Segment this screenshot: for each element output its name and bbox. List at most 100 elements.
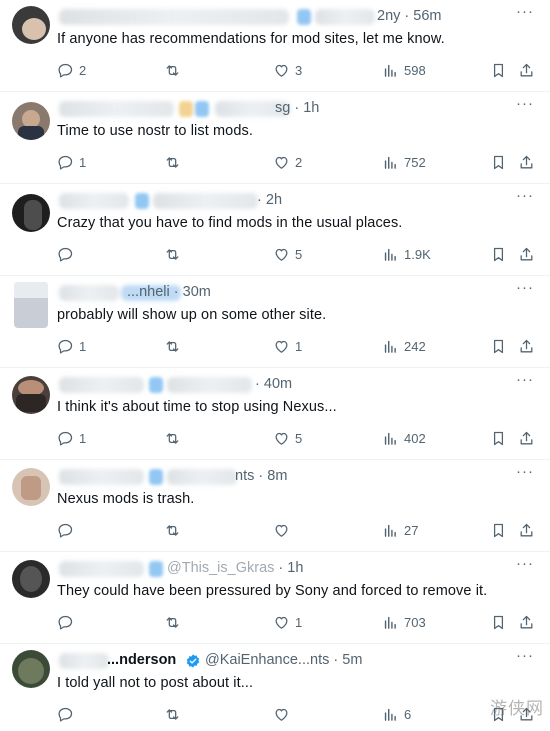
reply-icon <box>58 247 73 262</box>
share-button[interactable] <box>518 336 535 356</box>
avatar[interactable] <box>12 468 50 506</box>
like-button[interactable] <box>273 704 295 724</box>
tweet-time[interactable]: 1h <box>303 100 319 116</box>
retweet-button[interactable] <box>164 428 186 448</box>
share-icon <box>520 339 533 352</box>
views-count: 752 <box>404 154 426 170</box>
reply-icon <box>58 431 73 446</box>
bookmark-button[interactable] <box>490 244 507 264</box>
tweet-time[interactable]: 30m <box>183 284 211 300</box>
share-button[interactable] <box>518 152 535 172</box>
more-icon[interactable]: ··· <box>516 648 534 664</box>
retweet-button[interactable] <box>164 336 186 356</box>
avatar[interactable] <box>12 376 50 414</box>
separator: · <box>255 376 260 392</box>
like-button[interactable]: 1 <box>273 336 302 356</box>
more-icon[interactable]: ··· <box>516 280 534 296</box>
views-button[interactable]: 752 <box>382 152 426 172</box>
avatar[interactable] <box>14 282 48 328</box>
more-icon[interactable]: ··· <box>516 464 534 480</box>
retweet-icon <box>166 156 179 168</box>
like-button[interactable]: 5 <box>273 428 302 448</box>
bookmark-button[interactable] <box>490 336 507 356</box>
share-icon <box>520 615 533 628</box>
bookmark-button[interactable] <box>490 60 507 80</box>
like-button[interactable]: 2 <box>273 152 302 172</box>
tweet[interactable]: nts · 8m ··· Nexus mods is trash. 27 <box>0 460 550 552</box>
tweet-time[interactable]: 2h <box>266 192 282 208</box>
tweet-time[interactable]: 1h <box>287 560 303 576</box>
like-button[interactable]: 3 <box>273 60 302 80</box>
more-icon[interactable]: ··· <box>516 188 534 204</box>
heart-icon <box>275 708 288 721</box>
tweet-time[interactable]: 40m <box>264 376 292 392</box>
like-button[interactable]: 5 <box>273 244 302 264</box>
views-button[interactable]: 598 <box>382 60 426 80</box>
avatar[interactable] <box>12 560 50 598</box>
bookmark-button[interactable] <box>490 520 507 540</box>
share-button[interactable] <box>518 612 535 632</box>
avatar[interactable] <box>12 102 50 140</box>
tweet[interactable]: sg · 1h ··· Time to use nostr to list mo… <box>0 92 550 184</box>
views-icon <box>384 248 396 261</box>
bookmark-icon <box>493 523 504 537</box>
retweet-button[interactable] <box>164 152 186 172</box>
like-button[interactable]: 1 <box>273 612 302 632</box>
tweet[interactable]: · 40m ··· I think it's about time to sto… <box>0 368 550 460</box>
retweet-button[interactable] <box>164 520 186 540</box>
separator: · <box>294 100 300 116</box>
bookmark-button[interactable] <box>490 612 507 632</box>
retweet-button[interactable] <box>164 704 186 724</box>
share-button[interactable] <box>518 60 535 80</box>
more-icon[interactable]: ··· <box>516 372 534 388</box>
share-icon <box>520 63 533 76</box>
redacted-name <box>59 9 289 25</box>
reply-button[interactable] <box>57 244 79 264</box>
reply-button[interactable]: 1 <box>57 428 86 448</box>
author-handle: nts <box>235 468 255 484</box>
views-button[interactable]: 242 <box>382 336 426 356</box>
views-button[interactable]: 1.9K <box>382 244 431 264</box>
reply-button[interactable] <box>57 704 79 724</box>
avatar[interactable] <box>12 6 50 44</box>
avatar[interactable] <box>12 194 50 232</box>
tweet-actions: 5 1.9K <box>0 244 550 264</box>
separator: · <box>333 652 339 668</box>
tweet-time[interactable]: 56m <box>413 8 441 24</box>
retweet-button[interactable] <box>164 612 186 632</box>
bookmark-button[interactable] <box>490 428 507 448</box>
reply-button[interactable] <box>57 612 79 632</box>
avatar[interactable] <box>12 650 50 688</box>
retweet-button[interactable] <box>164 244 186 264</box>
like-count: 3 <box>295 62 303 78</box>
reply-button[interactable]: 1 <box>57 336 86 356</box>
views-icon <box>384 340 396 353</box>
share-button[interactable] <box>518 428 535 448</box>
tweet[interactable]: 2ny · 56m ··· If anyone has recommendati… <box>0 0 550 92</box>
share-button[interactable] <box>518 520 535 540</box>
more-icon[interactable]: ··· <box>516 556 534 572</box>
more-icon[interactable]: ··· <box>516 96 534 112</box>
like-button[interactable] <box>273 520 295 540</box>
tweet[interactable]: ...nderson @KaiEnhance...nts · 5m ··· I … <box>0 644 550 731</box>
retweet-button[interactable] <box>164 60 186 80</box>
views-button[interactable]: 402 <box>382 428 426 448</box>
author-handle: @This_is_Gkras <box>167 560 275 576</box>
reply-button[interactable]: 1 <box>57 152 86 172</box>
share-icon <box>520 523 533 536</box>
separator: · <box>278 560 284 576</box>
tweet-time[interactable]: 8m <box>267 468 287 484</box>
reply-button[interactable]: 2 <box>57 60 86 80</box>
bookmark-button[interactable] <box>490 152 507 172</box>
more-icon[interactable]: ··· <box>516 4 534 20</box>
tweet-time[interactable]: 5m <box>342 652 362 668</box>
tweet[interactable]: ...nheli · 30m ··· probably will show up… <box>0 276 550 368</box>
reply-button[interactable] <box>57 520 79 540</box>
views-button[interactable]: 6 <box>382 704 411 724</box>
retweet-icon <box>166 432 179 444</box>
tweet[interactable]: @This_is_Gkras · 1h ··· They could have … <box>0 552 550 644</box>
views-button[interactable]: 703 <box>382 612 426 632</box>
views-button[interactable]: 27 <box>382 520 418 540</box>
tweet[interactable]: · 2h ··· Crazy that you have to find mod… <box>0 184 550 276</box>
share-button[interactable] <box>518 244 535 264</box>
